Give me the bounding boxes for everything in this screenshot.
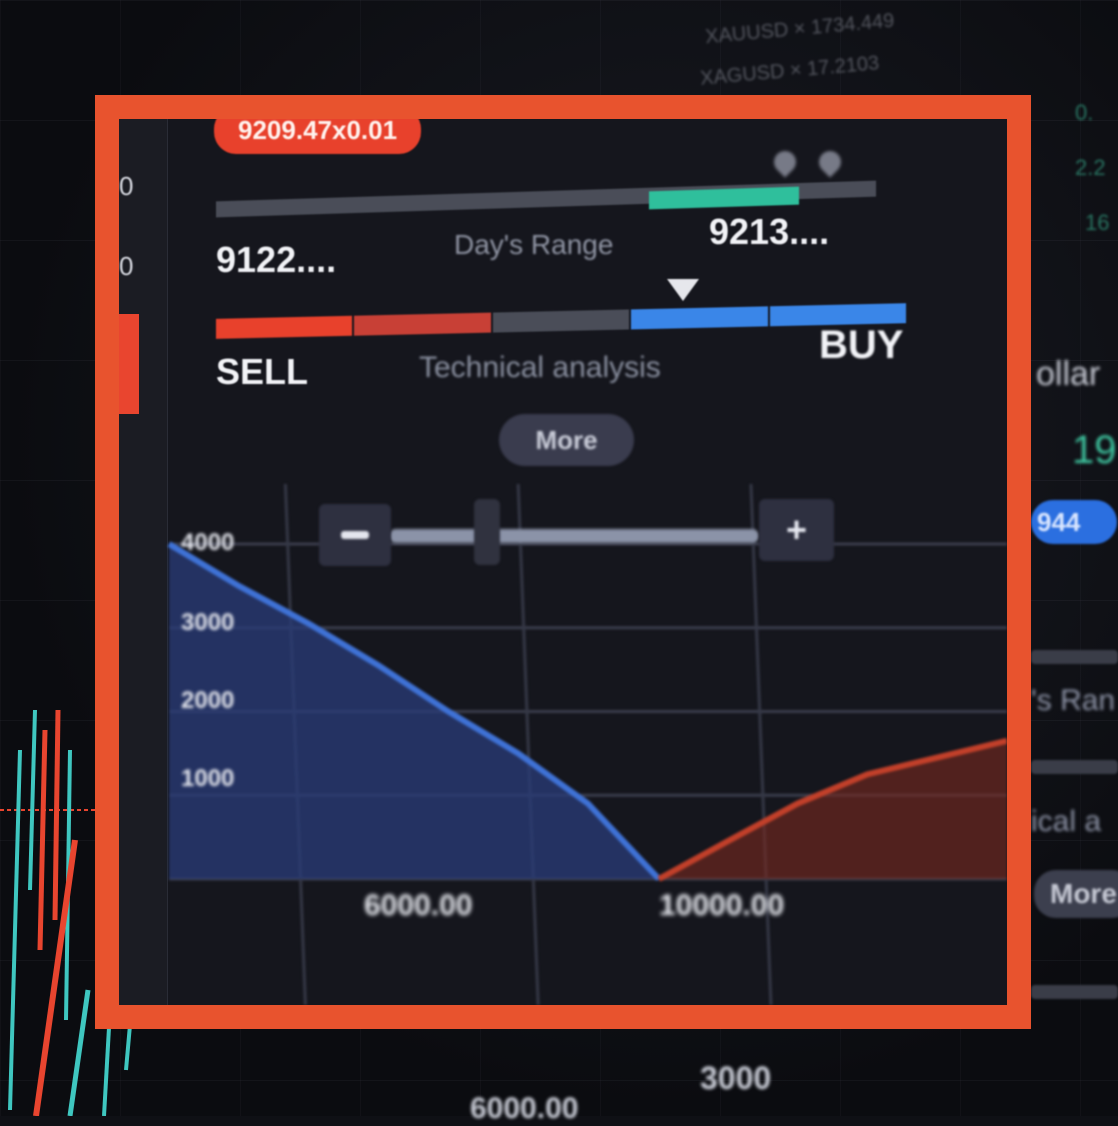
bg-candle: [52, 709, 61, 921]
x-tick-label: 6000.00: [364, 889, 473, 922]
bg-tick-label: 3000: [700, 1060, 772, 1096]
zoom-slider-track[interactable]: [389, 529, 759, 543]
y-tick-label: 2000: [181, 687, 235, 714]
bg-tech-bar: [1031, 760, 1118, 774]
y-tick-label: 4000: [181, 529, 235, 556]
bg-candle: [8, 749, 22, 1111]
bg-value: 0.: [1075, 100, 1094, 125]
bg-blue-pill: 944: [1031, 500, 1117, 544]
bg-value: 2.2: [1075, 155, 1106, 180]
bg-candle: [124, 1024, 132, 1071]
ask-area: [658, 740, 1007, 879]
plus-icon[interactable]: +: [759, 499, 834, 561]
zoom-slider-handle[interactable]: [474, 499, 500, 565]
y-tick-label: 3000: [181, 609, 235, 636]
depth-chart: [167, 483, 1007, 1005]
bg-range-label: 's Ran: [1031, 684, 1116, 717]
x-tick-label: 10000.00: [659, 889, 785, 922]
bg-value: 16: [1085, 210, 1110, 235]
bg-green-value: 19: [1072, 428, 1117, 472]
bg-candle: [67, 989, 91, 1116]
minus-icon[interactable]: [319, 504, 391, 566]
grid-line: [516, 483, 540, 1005]
bg-more-button: More: [1034, 870, 1118, 918]
grid-line: [749, 483, 773, 1005]
bg-candle: [28, 709, 37, 891]
bg-candle: [37, 729, 48, 951]
bg-slider: [1031, 985, 1118, 999]
bg-dollar-label: ollar: [1036, 355, 1101, 393]
y-tick-label: 1000: [181, 765, 235, 792]
highlight-frame: 0 0 9209.47x0.01 9122.... Day's Range 92…: [95, 95, 1031, 1029]
trading-widget: 0 0 9209.47x0.01 9122.... Day's Range 92…: [119, 119, 1007, 1005]
bg-tech-label: ical a: [1031, 805, 1102, 838]
bg-range-bar: [1031, 650, 1118, 664]
bg-price-label: 6000.00: [470, 1092, 579, 1125]
